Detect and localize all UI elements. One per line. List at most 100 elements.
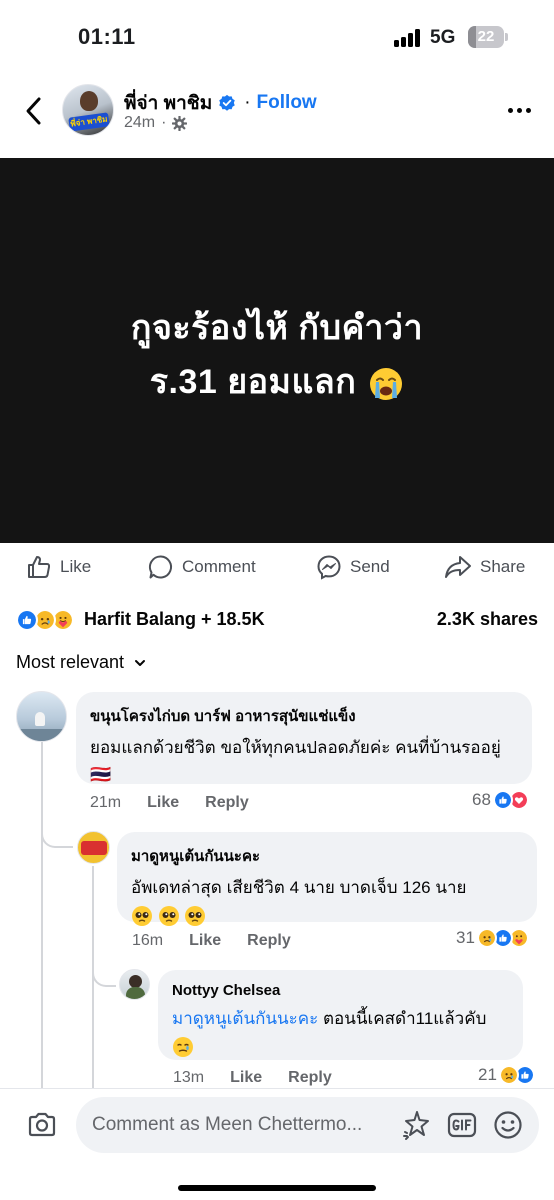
- status-time: 01:11: [78, 24, 136, 49]
- comment-emojis: [131, 901, 523, 928]
- gif-icon: [447, 1112, 477, 1138]
- comment-author[interactable]: Nottyy Chelsea: [172, 982, 509, 999]
- comment-text-row: มาดูหนูเต้นกันนะคะ ตอนนี้เคสดำ11แล้วคับ: [172, 1005, 509, 1032]
- commenter-avatar[interactable]: [77, 831, 110, 864]
- back-button[interactable]: [18, 94, 48, 128]
- emoji-button[interactable]: [492, 1109, 524, 1141]
- gear-icon: [172, 115, 188, 131]
- comment-bubble[interactable]: Nottyy Chelsea มาดูหนูเต้นกันนะคะ ตอนนี้…: [158, 970, 523, 1060]
- avatar-banner: [81, 841, 107, 855]
- like-reaction-icon: [16, 609, 38, 631]
- comment-meta: 13m Like Reply: [173, 1069, 332, 1087]
- status-bar: 01:11 5G 22: [0, 0, 554, 70]
- post-image-line1: กูจะร้องไห้ กับคำว่า: [130, 309, 424, 347]
- camera-icon[interactable]: [26, 1109, 58, 1141]
- tearful-smile-icon: [173, 1036, 193, 1057]
- signal-icon: [394, 29, 424, 47]
- battery-percent: 22: [477, 28, 495, 45]
- comment-like-button[interactable]: Like: [189, 932, 221, 950]
- messenger-icon: [317, 555, 341, 580]
- post-meta: 24m ·: [124, 114, 188, 132]
- like-reaction-icon: [492, 790, 513, 810]
- loudly-crying-face-icon: [370, 368, 403, 401]
- sort-label: Most relevant: [16, 652, 125, 672]
- comment-composer: [0, 1088, 554, 1200]
- comment-reaction-count: 21: [478, 1065, 497, 1084]
- comment-label: Comment: [182, 557, 256, 576]
- thread-line: [41, 740, 43, 1090]
- follow-separator: ·: [244, 92, 251, 113]
- smiley-icon: [494, 1111, 522, 1139]
- comment-text: ตอนนี้เคสดำ11แล้วคับ: [318, 1009, 487, 1028]
- sad-reaction-icon: [498, 1065, 519, 1085]
- comment-text: ยอมแลกด้วยชีวิต ขอให้ทุกคนปลอดภัยค่ะ คนท…: [90, 738, 501, 784]
- commenter-avatar[interactable]: [119, 969, 150, 1000]
- avatar-sticker-button[interactable]: [400, 1109, 432, 1141]
- thread-connector: [92, 945, 116, 987]
- comment-reactions[interactable]: 31: [456, 928, 529, 948]
- comment-meta: 21m Like Reply: [90, 794, 249, 812]
- avatar-body: [126, 987, 145, 999]
- comment-author[interactable]: มาดูหนูเต้นกันนะคะ: [131, 844, 523, 868]
- thumbs-up-icon: [28, 556, 51, 578]
- share-label: Share: [480, 557, 526, 576]
- shares-count[interactable]: 2.3K shares: [437, 609, 538, 630]
- comment-bubble[interactable]: มาดูหนูเต้นกันนะคะ อัพเดทล่าสุด เสียชีวิ…: [117, 832, 537, 926]
- post-action-bar: Like Comment Send Share: [0, 548, 554, 590]
- comment-time: 13m: [173, 1069, 205, 1086]
- post-header: พี่จ่า พาชิม พี่จ่า พาชิม · Follow 24m ·: [0, 78, 554, 148]
- chevron-down-icon: [135, 659, 146, 666]
- reactors-summary[interactable]: Harfit Balang + 18.5K: [84, 609, 265, 630]
- more-dot: [526, 108, 531, 113]
- reactions-summary[interactable]: Harfit Balang + 18.5K 2.3K shares: [16, 606, 538, 634]
- more-options-button[interactable]: [508, 108, 531, 113]
- network-label: 5G: [430, 27, 456, 48]
- reaction-icons: [16, 609, 80, 631]
- comment-reactions[interactable]: 21: [478, 1065, 535, 1085]
- pleading-face-icon: [185, 905, 206, 926]
- comment-reply-button[interactable]: Reply: [247, 932, 291, 950]
- follow-button[interactable]: Follow: [257, 92, 317, 114]
- comment-like-button[interactable]: Like: [147, 794, 179, 812]
- author-avatar[interactable]: พี่จ่า พาชิม: [62, 84, 114, 136]
- comment-emojis: [172, 1032, 509, 1059]
- gif-button[interactable]: [446, 1109, 478, 1141]
- sparkle-sticker-icon: [403, 1111, 429, 1140]
- comment-sort-dropdown[interactable]: Most relevant: [16, 652, 146, 673]
- battery-icon: 22: [468, 26, 504, 48]
- comment-reactions[interactable]: 68: [472, 790, 529, 810]
- comment-reply-button[interactable]: Reply: [205, 794, 249, 812]
- pleading-face-icon: [158, 905, 179, 926]
- avatar-badge: พี่จ่า พาชิม: [68, 112, 110, 132]
- home-indicator: [178, 1185, 376, 1191]
- like-label: Like: [60, 557, 92, 576]
- comment-reaction-count: 68: [472, 790, 491, 809]
- comment-meta: 16m Like Reply: [132, 932, 291, 950]
- comment-text: อัพเดทล่าสุด เสียชีวิต 4 นาย บาดเจ็บ 126…: [131, 878, 467, 897]
- follow-separator-2: ·: [161, 114, 167, 131]
- more-dot: [508, 108, 513, 113]
- comment-bubble[interactable]: ขนุนโครงไก่บด บาร์ฟ อาหารสุนัขแช่แข็ง ยอ…: [76, 692, 532, 784]
- like-button[interactable]: Like: [26, 554, 91, 580]
- send-button[interactable]: Send: [316, 554, 390, 580]
- commenter-avatar[interactable]: [16, 691, 67, 742]
- comment-button[interactable]: Comment: [148, 554, 256, 580]
- share-button[interactable]: Share: [444, 554, 525, 580]
- post-image[interactable]: กูจะร้องไห้ กับคำว่า ร.31 ยอมแลก: [0, 158, 554, 543]
- more-dot: [517, 108, 522, 113]
- comment-time: 16m: [132, 932, 164, 949]
- avatar-figure: [80, 91, 98, 111]
- comment-author[interactable]: ขนุนโครงไก่บด บาร์ฟ อาหารสุนัขแช่แข็ง: [90, 704, 518, 728]
- comment-reply-button[interactable]: Reply: [288, 1069, 332, 1087]
- share-icon: [445, 556, 471, 578]
- comment-icon: [148, 555, 173, 579]
- post-time: 24m: [124, 114, 156, 131]
- comment-reaction-count: 31: [456, 928, 475, 947]
- comment-time: 21m: [90, 794, 122, 811]
- thread-connector: [41, 812, 73, 848]
- pleading-face-icon: [132, 905, 152, 926]
- comment-like-button[interactable]: Like: [230, 1069, 262, 1087]
- comment-mention[interactable]: มาดูหนูเต้นกันนะคะ: [172, 1009, 318, 1028]
- sad-reaction-icon: [476, 928, 497, 948]
- post-image-line2-text: ร.31 ยอมแลก: [149, 363, 357, 401]
